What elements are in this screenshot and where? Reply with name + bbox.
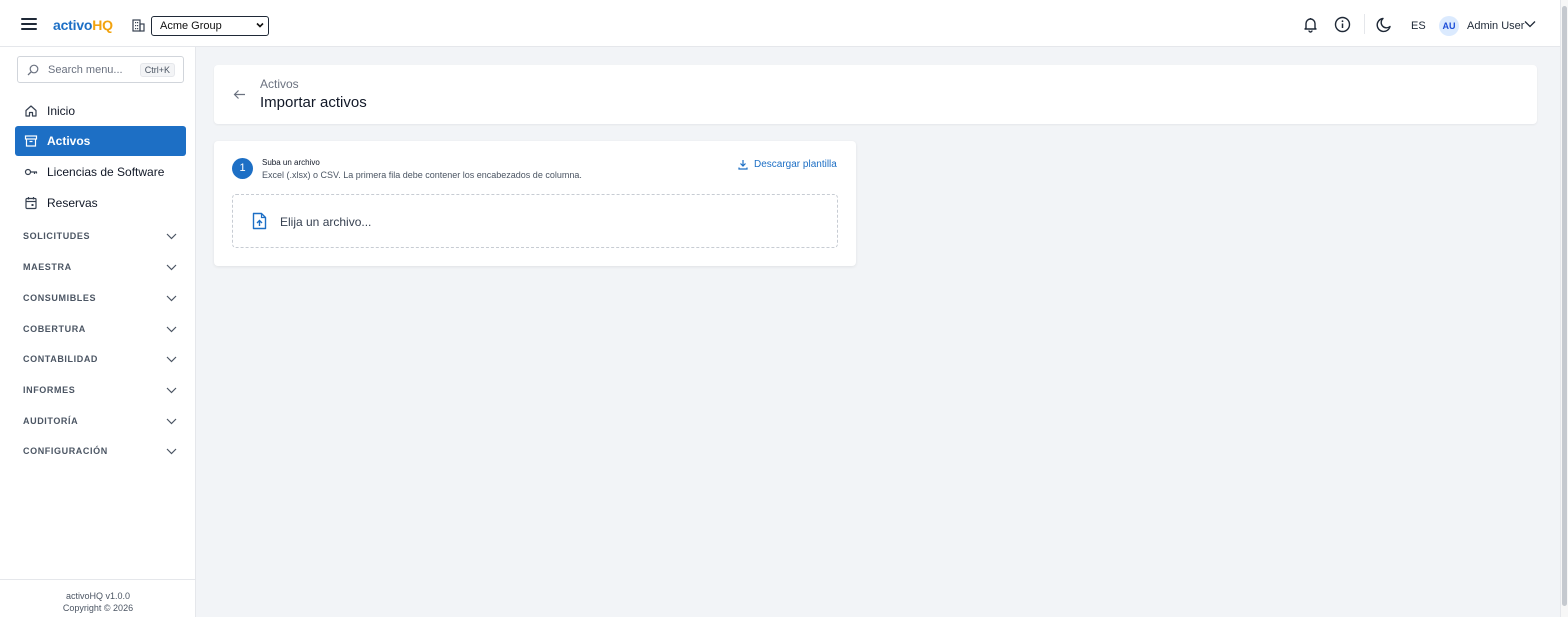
calendar-icon	[25, 197, 37, 210]
copyright: Copyright © 2026	[62, 603, 134, 613]
sidebar-group-label: CONTABILIDAD	[23, 354, 99, 364]
sidebar-item-label: Licencias de Software	[47, 165, 165, 179]
page-title: Importar activos	[260, 94, 367, 111]
sidebar-group-label: INFORMES	[23, 385, 76, 395]
chevron-down-icon	[166, 418, 177, 425]
download-icon	[738, 160, 748, 170]
sidebar-group-label: SOLICITUDES	[23, 231, 91, 241]
file-upload-icon	[252, 212, 267, 230]
app-version: activoHQ v1.0.0	[65, 591, 131, 601]
organization-select-value: Acme Group	[160, 20, 222, 32]
sidebar-group-label: AUDITORÍA	[23, 416, 79, 426]
sidebar-item-activos[interactable]: Activos	[15, 126, 186, 156]
sidebar-item-label: Reservas	[47, 196, 98, 210]
logo-text-primary: activo	[53, 17, 93, 33]
upload-step-card: 1 Suba un archivo Excel (.xlsx) o CSV. L…	[214, 141, 856, 266]
hamburger-menu-icon[interactable]	[21, 18, 37, 30]
arrow-left-icon[interactable]	[233, 89, 246, 100]
language-switcher[interactable]: ES	[1411, 20, 1426, 32]
download-template-link[interactable]: Descargar plantilla	[738, 158, 839, 172]
keyboard-shortcut-badge: Ctrl+K	[139, 63, 175, 77]
menu-search-input[interactable]: Search menu... Ctrl+K	[17, 56, 184, 83]
sidebar-group-contabilidad[interactable]: CONTABILIDAD	[15, 349, 186, 371]
search-icon	[27, 64, 39, 76]
chevron-down-icon	[166, 356, 177, 363]
page-scrollbar[interactable]	[1560, 0, 1568, 617]
chevron-down-icon[interactable]	[1524, 20, 1536, 28]
download-template-label: Descargar plantilla	[754, 159, 837, 170]
building-icon	[132, 19, 145, 32]
dropzone-label: Elija un archivo...	[280, 215, 372, 229]
app-logo[interactable]: activoHQ	[53, 17, 113, 33]
sidebar-item-reservas[interactable]: Reservas	[15, 188, 186, 218]
chevron-down-icon	[166, 448, 177, 455]
sidebar-group-maestra[interactable]: MAESTRA	[15, 257, 186, 279]
topbar-divider	[1364, 14, 1365, 34]
sidebar-group-label: COBERTURA	[23, 324, 86, 334]
sidebar-group-auditoria[interactable]: AUDITORÍA	[15, 411, 186, 433]
step-description: Excel (.xlsx) o CSV. La primera fila deb…	[262, 170, 582, 180]
sidebar-group-label: CONFIGURACIÓN	[23, 446, 108, 456]
bell-icon[interactable]	[1302, 16, 1319, 33]
sidebar-item-inicio[interactable]: Inicio	[15, 96, 186, 126]
step-title: Suba un archivo	[262, 158, 320, 167]
sidebar-group-informes[interactable]: INFORMES	[15, 380, 186, 402]
page-header: Activos Importar activos	[214, 65, 1537, 124]
chevron-down-icon	[166, 326, 177, 333]
sidebar-item-label: Inicio	[47, 104, 76, 118]
logo-text-secondary: HQ	[92, 17, 113, 33]
breadcrumb[interactable]: Activos	[260, 77, 299, 91]
step-number-badge: 1	[232, 158, 253, 179]
file-dropzone[interactable]: Elija un archivo...	[232, 194, 838, 248]
organization-select[interactable]: Acme Group	[151, 16, 269, 36]
sidebar-group-cobertura[interactable]: COBERTURA	[15, 319, 186, 341]
scrollbar-thumb[interactable]	[1562, 6, 1567, 606]
sidebar-group-label: MAESTRA	[23, 262, 72, 272]
sidebar-footer: activoHQ v1.0.0 Copyright © 2026	[0, 579, 196, 617]
sidebar-group-configuracion[interactable]: CONFIGURACIÓN	[15, 441, 186, 463]
archive-icon	[24, 135, 38, 147]
chevron-down-icon	[166, 387, 177, 394]
chevron-down-icon	[256, 22, 264, 28]
chevron-down-icon	[166, 233, 177, 240]
user-name[interactable]: Admin User	[1467, 20, 1524, 32]
sidebar-group-solicitudes[interactable]: SOLICITUDES	[15, 226, 186, 248]
chevron-down-icon	[166, 264, 177, 271]
sidebar-group-label: CONSUMIBLES	[23, 293, 97, 303]
sidebar-item-licencias[interactable]: Licencias de Software	[15, 157, 186, 187]
top-bar: activoHQ Acme Group ES AU Admin User	[0, 0, 1560, 47]
avatar[interactable]: AU	[1439, 16, 1459, 36]
home-icon	[25, 105, 37, 117]
sidebar: Search menu... Ctrl+K Inicio Activos Lic…	[0, 47, 196, 617]
sidebar-item-label: Activos	[47, 134, 91, 148]
chevron-down-icon	[166, 295, 177, 302]
search-placeholder: Search menu...	[48, 64, 123, 76]
moon-icon[interactable]	[1376, 16, 1393, 33]
sidebar-group-consumibles[interactable]: CONSUMIBLES	[15, 288, 186, 310]
info-icon[interactable]	[1334, 16, 1351, 33]
key-icon	[24, 168, 38, 176]
